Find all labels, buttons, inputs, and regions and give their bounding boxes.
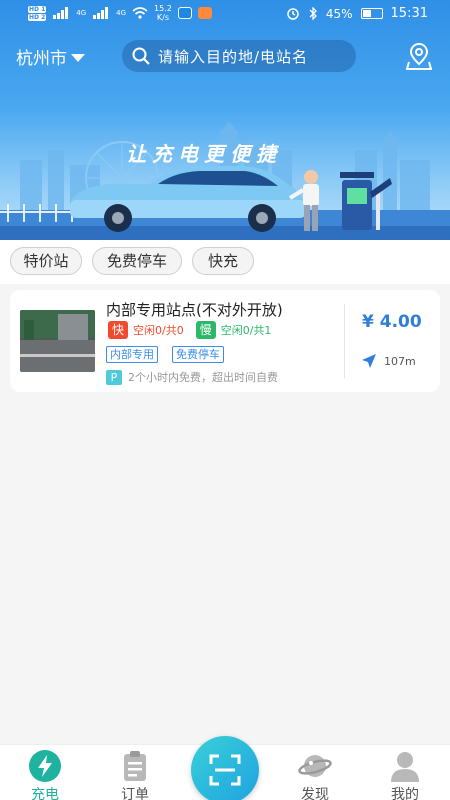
parking-note: P 2个小时内免费，超出时间自费 xyxy=(106,369,278,385)
filter-chip-special-price[interactable]: 特价站 xyxy=(10,247,82,275)
parking-note-text: 2个小时内免费，超出时间自费 xyxy=(128,371,278,384)
filter-chip-fast-charge[interactable]: 快充 xyxy=(192,247,254,275)
station-name: 内部专用站点(不对外开放) xyxy=(106,301,283,319)
slow-charger-tag: 慢 xyxy=(195,321,216,339)
hd2-badge: HD 2 xyxy=(28,13,47,21)
nav-label-orders: 订单 xyxy=(121,787,149,800)
tag-internal-use: 内部专用 xyxy=(106,346,158,363)
bolt-icon xyxy=(29,750,61,782)
battery-icon xyxy=(360,8,383,19)
station-price: ¥ 4.00 xyxy=(362,312,422,332)
bluetooth-icon xyxy=(309,7,317,20)
nav-tab-charge[interactable]: 充电 xyxy=(10,749,80,800)
net1-label: 4G xyxy=(76,8,87,17)
chevron-down-icon xyxy=(71,53,85,62)
play-notification-icon xyxy=(197,7,212,19)
fast-charger-status: 空闲0/共0 xyxy=(133,324,184,337)
alarm-icon xyxy=(287,8,299,20)
station-card[interactable]: 内部专用站点(不对外开放) 快 空闲0/共0 慢 空闲0/共1 内部专用 免费停… xyxy=(10,290,440,392)
fast-charger-tag: 快 xyxy=(108,321,128,339)
station-photo xyxy=(20,310,95,372)
search-input[interactable]: 请输入目的地/电站名 xyxy=(122,40,356,72)
hd1-badge: HD 1 xyxy=(28,5,47,13)
nav-tab-profile[interactable]: 我的 xyxy=(370,749,440,800)
filter-chip-free-parking[interactable]: 免费停车 xyxy=(92,247,182,275)
city-selector[interactable]: 杭州市 xyxy=(16,44,85,69)
app-notification-icon xyxy=(177,7,192,19)
city-label: 杭州市 xyxy=(16,49,67,69)
card-divider xyxy=(344,304,345,378)
clock: 15:31 xyxy=(390,6,428,21)
signal-icon-2 xyxy=(93,7,109,19)
charger-status-row: 快 空闲0/共0 慢 空闲0/共1 xyxy=(108,321,271,339)
nav-label-charge: 充电 xyxy=(31,787,59,800)
distance-label: 107m xyxy=(384,354,416,368)
top-bar: 杭州市 请输入目的地/电站名 xyxy=(0,36,450,76)
navigate-distance[interactable]: 107m xyxy=(362,354,416,368)
status-bar: HD 1 HD 2 4G 4G 15.2 K/s 45% 15:31 xyxy=(0,0,450,30)
battery-percent: 45% xyxy=(325,6,353,21)
user-icon xyxy=(391,752,419,782)
nav-tab-discover[interactable]: 发现 xyxy=(280,749,350,800)
nav-label-profile: 我的 xyxy=(391,787,419,800)
net-speed: 15.2 K/s xyxy=(154,4,172,22)
nav-label-discover: 发现 xyxy=(301,787,329,800)
net2-label: 4G xyxy=(116,8,127,17)
slow-charger-status: 空闲0/共1 xyxy=(220,324,272,337)
navigation-arrow-icon xyxy=(362,354,376,368)
signal-icon xyxy=(53,7,69,19)
search-placeholder: 请输入目的地/电站名 xyxy=(158,47,309,66)
scan-icon xyxy=(209,754,241,786)
planet-icon xyxy=(298,755,332,777)
nav-tab-orders[interactable]: 订单 xyxy=(100,749,170,800)
filter-bar: 特价站 免费停车 快充 xyxy=(0,240,450,284)
search-icon xyxy=(132,47,150,65)
tag-free-parking: 免费停车 xyxy=(172,346,224,363)
map-location-icon[interactable] xyxy=(406,42,432,70)
scan-button[interactable] xyxy=(191,736,259,800)
banner-slogan: 让充电更便捷 xyxy=(126,142,282,166)
parking-icon: P xyxy=(106,369,122,385)
wifi-icon xyxy=(132,7,148,19)
clipboard-icon xyxy=(124,751,146,781)
